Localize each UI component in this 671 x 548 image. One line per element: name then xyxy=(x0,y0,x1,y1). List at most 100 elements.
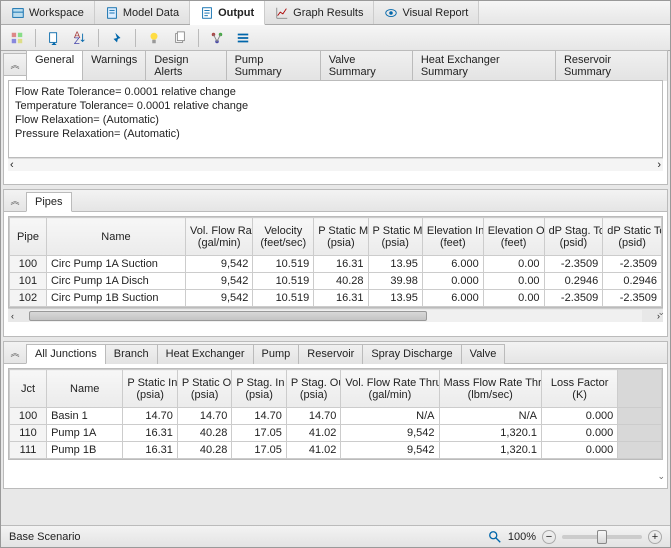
col-header[interactable]: Loss Factor(K) xyxy=(541,370,617,408)
col-header[interactable]: Vol. Flow Rate Thru Jct(gal/min) xyxy=(341,370,439,408)
col-header[interactable]: Jct xyxy=(10,370,47,408)
collapse-pipes-icon[interactable]: ︽ xyxy=(7,193,23,209)
row-name: Circ Pump 1B Suction xyxy=(46,290,185,307)
refresh-button[interactable] xyxy=(7,28,27,48)
table-row[interactable]: 100Basin 114.7014.7014.7014.70N/AN/A0.00… xyxy=(10,408,662,425)
table-row[interactable]: 101Circ Pump 1A Disch9,54210.51940.2839.… xyxy=(10,273,662,290)
cell: 9,542 xyxy=(186,273,253,290)
col-header[interactable]: Vol. Flow Rate(gal/min) xyxy=(186,218,253,256)
subtab-reservoir[interactable]: Reservoir xyxy=(298,344,363,364)
zoom-out-button[interactable]: − xyxy=(542,530,556,544)
cell: -2.3509 xyxy=(603,256,662,273)
collapse-jct-icon[interactable]: ︽ xyxy=(7,345,23,361)
col-header[interactable]: Velocity(feet/sec) xyxy=(253,218,314,256)
cell: 14.70 xyxy=(123,408,178,425)
cell: 0.00 xyxy=(483,290,544,307)
col-header[interactable]: P Static Min(psia) xyxy=(368,218,422,256)
cell: -2.3509 xyxy=(544,256,603,273)
scroll-down-icon[interactable]: ⌄ xyxy=(657,307,665,318)
row-name: Basin 1 xyxy=(47,408,123,425)
cell: 9,542 xyxy=(341,425,439,442)
cell: 0.00 xyxy=(483,273,544,290)
subtab-pump[interactable]: Pump xyxy=(253,344,300,364)
table-row[interactable]: 110Pump 1A16.3140.2817.0541.029,5421,320… xyxy=(10,425,662,442)
scenario-label: Base Scenario xyxy=(9,531,81,543)
col-header[interactable]: P Stag. Out(psia) xyxy=(286,370,341,408)
cell: N/A xyxy=(341,408,439,425)
tab-label: Model Data xyxy=(123,7,179,19)
col-header[interactable]: Elevation Inlet(feet) xyxy=(422,218,483,256)
col-header[interactable]: Mass Flow Rate Thru Jct(lbm/sec) xyxy=(439,370,541,408)
cell: -2.3509 xyxy=(603,290,662,307)
hscroll-general[interactable]: ‹› xyxy=(8,158,663,171)
cell: 0.000 xyxy=(541,442,617,459)
row-id: 100 xyxy=(10,408,47,425)
general-line: Pressure Relaxation= (Automatic) xyxy=(15,127,656,141)
general-line: Temperature Tolerance= 0.0001 relative c… xyxy=(15,99,656,113)
tab-visual-report[interactable]: Visual Report xyxy=(374,1,479,24)
col-header[interactable]: P Static Out(psia) xyxy=(177,370,232,408)
col-header[interactable]: Name xyxy=(47,370,123,408)
col-header[interactable]: dP Static Total(psid) xyxy=(603,218,662,256)
cell: 17.05 xyxy=(232,442,287,459)
subtab-heat-exchanger[interactable]: Heat Exchanger xyxy=(157,344,254,364)
col-header[interactable]: dP Stag. Total(psid) xyxy=(544,218,603,256)
col-header[interactable]: Elevation Outlet(feet) xyxy=(483,218,544,256)
zoom-slider[interactable] xyxy=(562,535,642,539)
pipes-panel: ︽ Pipes PipeNameVol. Flow Rate(gal/min)V… xyxy=(3,189,668,337)
zoom-icon[interactable] xyxy=(488,530,502,544)
zoom-in-button[interactable]: + xyxy=(648,530,662,544)
pin-button[interactable] xyxy=(107,28,127,48)
tab-workspace[interactable]: Workspace xyxy=(1,1,95,24)
light-button[interactable] xyxy=(144,28,164,48)
col-header[interactable]: Pipe xyxy=(10,218,47,256)
cell: 10.519 xyxy=(253,273,314,290)
cell: -2.3509 xyxy=(544,290,603,307)
general-line: Flow Relaxation= (Automatic) xyxy=(15,113,656,127)
row-name: Circ Pump 1A Disch xyxy=(46,273,185,290)
export-button[interactable] xyxy=(44,28,64,48)
table-row[interactable]: 111Pump 1B16.3140.2817.0541.029,5421,320… xyxy=(10,442,662,459)
main-tab-bar: Workspace Model Data Output Graph Results Vi… xyxy=(1,1,670,25)
list-button[interactable] xyxy=(233,28,253,48)
table-row[interactable]: 102Circ Pump 1B Suction9,54210.51916.311… xyxy=(10,290,662,307)
table-row[interactable]: 100Circ Pump 1A Suction9,54210.51916.311… xyxy=(10,256,662,273)
tab-label: Visual Report xyxy=(402,7,468,19)
subtab-branch[interactable]: Branch xyxy=(105,344,158,364)
sort-button[interactable]: AZ xyxy=(70,28,90,48)
cell: 16.31 xyxy=(314,290,368,307)
scroll-down-icon[interactable]: ⌄ xyxy=(657,471,665,482)
tab-model-data[interactable]: Model Data xyxy=(95,1,190,24)
general-line xyxy=(15,141,656,155)
general-line: Flow Rate Tolerance= 0.0001 relative cha… xyxy=(15,85,656,99)
cell: 10.519 xyxy=(253,290,314,307)
cell: 0.2946 xyxy=(544,273,603,290)
collapse-general-icon[interactable]: ︽ xyxy=(7,57,23,73)
cell: 39.98 xyxy=(368,273,422,290)
copy-button[interactable] xyxy=(170,28,190,48)
tab-graph-results[interactable]: Graph Results xyxy=(265,1,374,24)
pipes-table: PipeNameVol. Flow Rate(gal/min)Velocity(… xyxy=(9,217,662,307)
structure-button[interactable] xyxy=(207,28,227,48)
col-header[interactable]: Name xyxy=(46,218,185,256)
subtab-valve[interactable]: Valve xyxy=(461,344,506,364)
subtab-pipes[interactable]: Pipes xyxy=(26,192,72,212)
row-id: 101 xyxy=(10,273,47,290)
cell: 40.28 xyxy=(177,442,232,459)
col-header[interactable]: P Stag. In(psia) xyxy=(232,370,287,408)
tab-label: Graph Results xyxy=(293,7,363,19)
cell: 9,542 xyxy=(186,290,253,307)
hscroll-pipes[interactable]: ‹› xyxy=(8,308,663,322)
subtab-all-junctions[interactable]: All Junctions xyxy=(26,344,106,364)
junctions-table: JctNameP Static In(psia)P Static Out(psi… xyxy=(9,369,662,459)
tab-output[interactable]: Output xyxy=(190,1,265,25)
row-id: 100 xyxy=(10,256,47,273)
subtab-spray-discharge[interactable]: Spray Discharge xyxy=(362,344,461,364)
cell: 14.70 xyxy=(232,408,287,425)
col-header[interactable]: P Static In(psia) xyxy=(123,370,178,408)
cell: 9,542 xyxy=(186,256,253,273)
general-panel: ︽ GeneralWarningsDesign AlertsPump Summa… xyxy=(3,53,668,185)
cell: 0.000 xyxy=(541,408,617,425)
cell: 41.02 xyxy=(286,442,341,459)
col-header[interactable]: P Static Max(psia) xyxy=(314,218,368,256)
